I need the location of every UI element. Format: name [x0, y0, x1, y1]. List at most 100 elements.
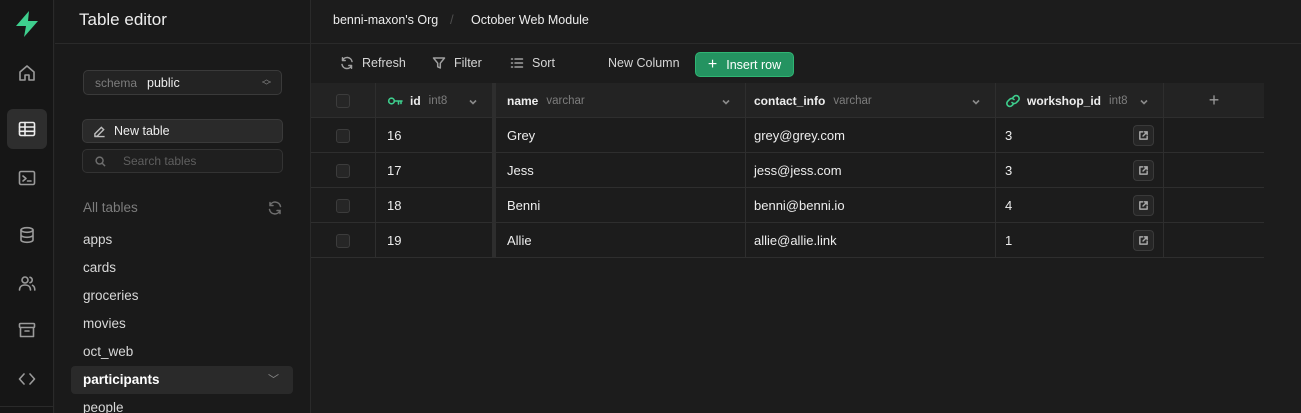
breadcrumb-separator: / — [450, 12, 454, 27]
new-column-button[interactable]: New Column — [608, 56, 680, 70]
chevron-updown-icon: ︿ ﹀ — [261, 74, 271, 91]
chevron-down-icon[interactable] — [971, 95, 981, 105]
cell-name[interactable]: Jess — [493, 153, 746, 188]
sidebar-title: Table editor — [79, 10, 167, 29]
grid-header-row: id int8 name varchar contact_info varcha… — [311, 83, 1264, 118]
table-row: 17 Jess jess@jess.com 3 — [311, 153, 1264, 188]
table-item-participants[interactable]: participants ﹀ — [71, 366, 293, 394]
cell-contact-info[interactable]: benni@benni.io — [746, 188, 996, 223]
row-checkbox[interactable] — [336, 163, 350, 178]
cell-contact-info[interactable]: grey@grey.com — [746, 118, 996, 153]
cell-id[interactable]: 19 — [376, 223, 493, 258]
new-column-label: New Column — [608, 56, 680, 70]
row-select-cell — [311, 118, 376, 153]
empty-cell — [1164, 153, 1264, 188]
cell-id[interactable]: 16 — [376, 118, 493, 153]
table-item-groceries[interactable]: groceries — [71, 282, 293, 310]
schema-selector[interactable]: schema public ︿ ﹀ — [83, 70, 282, 95]
cell-workshop-id[interactable]: 1 — [996, 223, 1164, 258]
chevron-down-icon[interactable] — [468, 95, 478, 105]
column-name: id — [410, 93, 421, 108]
cell-workshop-id[interactable]: 3 — [996, 118, 1164, 153]
search-tables-field[interactable] — [82, 149, 283, 173]
filter-label: Filter — [454, 56, 482, 70]
table-row: 19 Allie allie@allie.link 1 — [311, 223, 1264, 258]
column-header-id[interactable]: id int8 — [376, 83, 493, 118]
cell-workshop-id[interactable]: 4 — [996, 188, 1164, 223]
select-all-cell — [311, 83, 376, 118]
table-item-apps[interactable]: apps — [71, 226, 293, 254]
sort-button[interactable]: Sort — [510, 56, 555, 70]
search-icon — [95, 155, 106, 167]
chevron-down-icon[interactable]: ﹀ — [268, 366, 279, 394]
empty-cell — [1164, 223, 1264, 258]
column-header-contact-info[interactable]: contact_info varchar — [746, 83, 996, 118]
cell-name[interactable]: Benni — [493, 188, 746, 223]
cell-contact-info[interactable]: allie@allie.link — [746, 223, 996, 258]
cell-contact-info[interactable]: jess@jess.com — [746, 153, 996, 188]
select-all-checkbox[interactable] — [336, 93, 350, 108]
row-select-cell — [311, 153, 376, 188]
table-item-movies[interactable]: movies — [71, 310, 293, 338]
row-checkbox[interactable] — [336, 198, 350, 213]
icon-rail — [0, 0, 54, 413]
column-header-name[interactable]: name varchar — [493, 83, 746, 118]
sort-label: Sort — [532, 56, 555, 70]
schema-label: schema — [95, 75, 138, 90]
cell-workshop-id[interactable]: 3 — [996, 153, 1164, 188]
add-column-icon[interactable]: + — [1209, 90, 1220, 111]
row-checkbox[interactable] — [336, 233, 350, 248]
empty-cell — [1164, 188, 1264, 223]
search-tables-input[interactable] — [123, 154, 273, 168]
row-select-cell — [311, 223, 376, 258]
grid-toolbar: Refresh Filter Sort New Column + Insert … — [311, 45, 1301, 83]
refresh-tables-icon[interactable] — [267, 200, 283, 216]
external-link-icon[interactable] — [1133, 230, 1154, 251]
column-header-workshop-id[interactable]: workshop_id int8 — [996, 83, 1164, 118]
cell-value: 3 — [1005, 128, 1013, 143]
external-link-icon[interactable] — [1133, 125, 1154, 146]
external-link-icon[interactable] — [1133, 160, 1154, 181]
database-icon[interactable] — [7, 215, 47, 255]
sidebar-divider — [55, 43, 310, 44]
top-bar: benni-maxon's Org / October Web Module — [311, 0, 1301, 44]
all-tables-heading: All tables — [83, 200, 138, 215]
column-type: varchar — [833, 94, 872, 107]
api-code-icon[interactable] — [7, 359, 47, 399]
empty-cell — [1164, 118, 1264, 153]
cell-id[interactable]: 17 — [376, 153, 493, 188]
breadcrumb-org[interactable]: benni-maxon's Org — [333, 13, 438, 27]
table-item-people[interactable]: people — [71, 394, 293, 413]
refresh-label: Refresh — [362, 56, 406, 70]
column-name: contact_info — [754, 93, 826, 108]
table-item-cards[interactable]: cards — [71, 254, 293, 282]
supabase-logo-icon[interactable] — [14, 10, 40, 38]
table-row: 16 Grey grey@grey.com 3 — [311, 118, 1264, 153]
sql-editor-icon[interactable] — [7, 158, 47, 198]
breadcrumb-project[interactable]: October Web Module — [471, 13, 589, 27]
table-list: apps cards groceries movies oct_web part… — [71, 226, 293, 413]
external-link-icon[interactable] — [1133, 195, 1154, 216]
plus-icon: + — [707, 55, 718, 73]
users-icon[interactable] — [7, 263, 47, 303]
cell-id[interactable]: 18 — [376, 188, 493, 223]
refresh-button[interactable]: Refresh — [340, 56, 406, 70]
table-item-oct-web[interactable]: oct_web — [71, 338, 293, 366]
chevron-down-icon[interactable] — [1139, 95, 1149, 105]
cell-name[interactable]: Allie — [493, 223, 746, 258]
cell-name[interactable]: Grey — [493, 118, 746, 153]
new-table-button[interactable]: New table — [82, 119, 283, 143]
rail-divider — [0, 406, 54, 407]
row-checkbox[interactable] — [336, 128, 350, 143]
add-column-cell[interactable]: + — [1164, 83, 1264, 118]
cell-value: 4 — [1005, 198, 1013, 213]
refresh-icon — [341, 56, 353, 70]
insert-row-button[interactable]: + Insert row — [695, 52, 794, 77]
chevron-down-icon[interactable] — [721, 95, 731, 105]
storage-icon[interactable] — [7, 310, 47, 350]
column-name: workshop_id — [1027, 93, 1102, 108]
home-icon[interactable] — [7, 53, 47, 93]
cell-value: 1 — [1005, 233, 1013, 248]
table-editor-icon[interactable] — [7, 109, 47, 149]
filter-button[interactable]: Filter — [432, 56, 482, 70]
